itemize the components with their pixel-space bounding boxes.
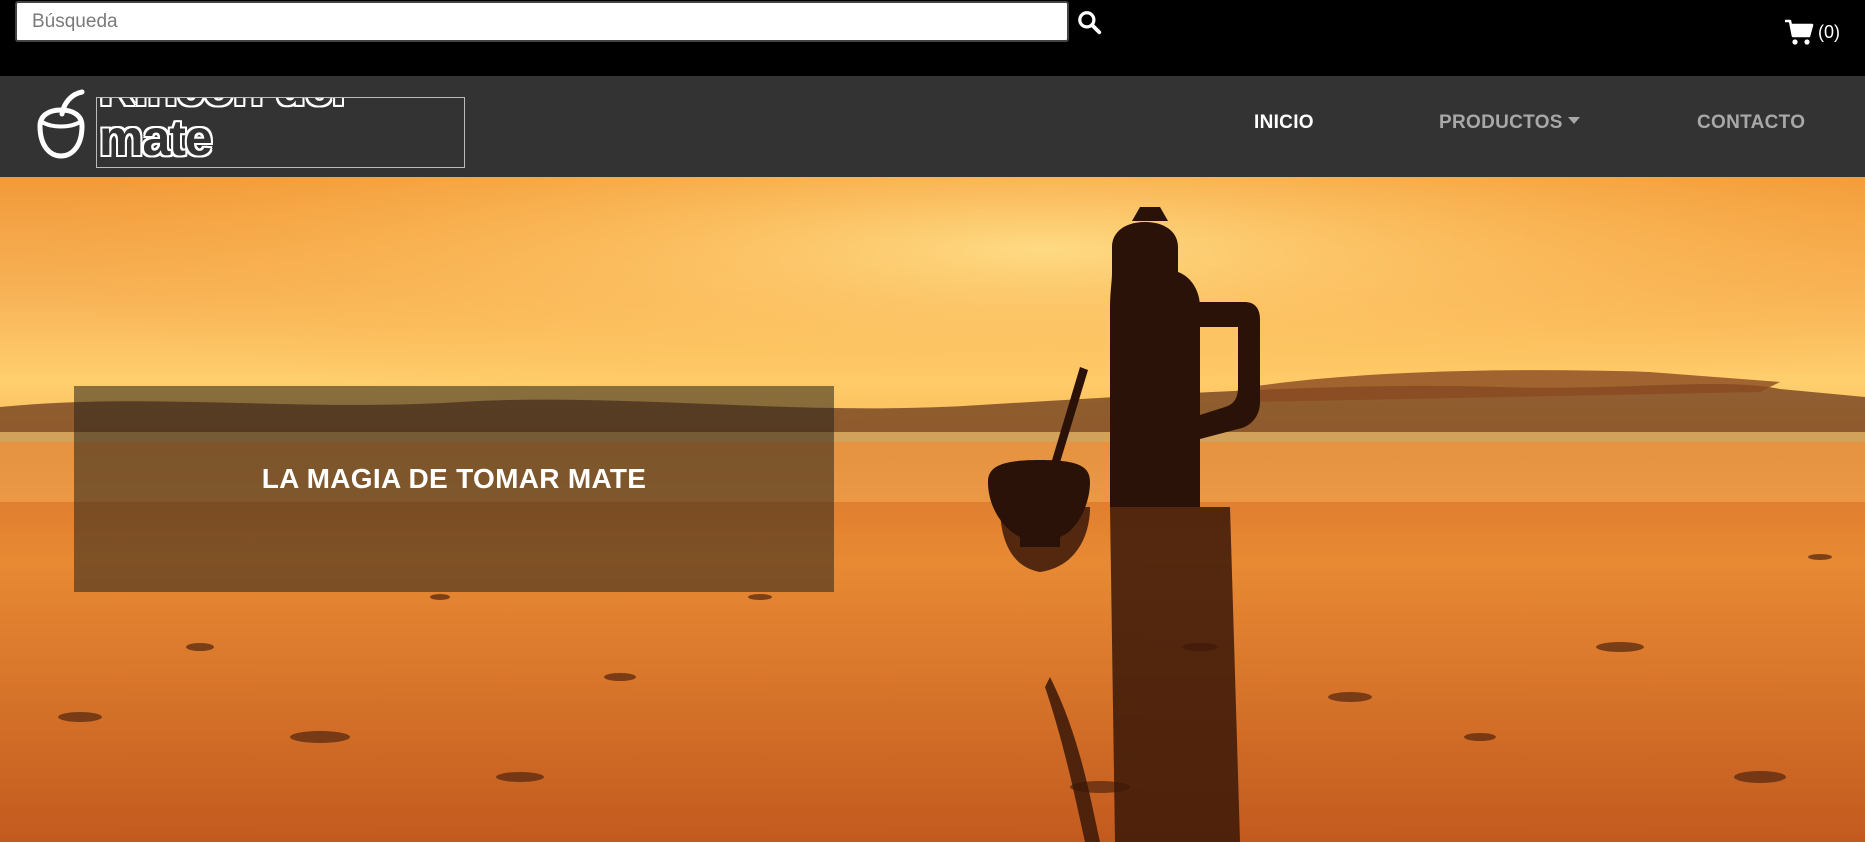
- hero-banner: LA MAGIA DE TOMAR MATE: [0, 177, 1865, 842]
- cart-count: (0): [1818, 21, 1840, 42]
- chevron-down-icon: [1567, 117, 1580, 125]
- cart-button[interactable]: (0): [1784, 14, 1840, 50]
- brand-name: Rincón del mate: [99, 98, 346, 166]
- search-icon: [1078, 11, 1102, 35]
- hero-caption-box: LA MAGIA DE TOMAR MATE: [74, 386, 834, 592]
- mate-gourd-icon[interactable]: [32, 88, 90, 160]
- nav-item-label: CONTACTO: [1697, 112, 1806, 133]
- nav-item-productos[interactable]: PRODUCTOS: [1439, 112, 1580, 134]
- nav-item-contacto[interactable]: CONTACTO: [1697, 112, 1805, 134]
- search-button[interactable]: [1076, 9, 1102, 35]
- top-bar: (0): [0, 0, 1865, 76]
- nav-item-label: INICIO: [1254, 112, 1314, 133]
- shopping-cart-icon: [1785, 19, 1814, 45]
- nav-item-label: PRODUCTOS: [1439, 112, 1563, 133]
- nav-item-inicio[interactable]: INICIO: [1254, 112, 1314, 134]
- brand-logo[interactable]: Rincón del mate: [96, 97, 465, 168]
- hero-caption: LA MAGIA DE TOMAR MATE: [261, 463, 647, 494]
- search-input[interactable]: [15, 1, 1069, 42]
